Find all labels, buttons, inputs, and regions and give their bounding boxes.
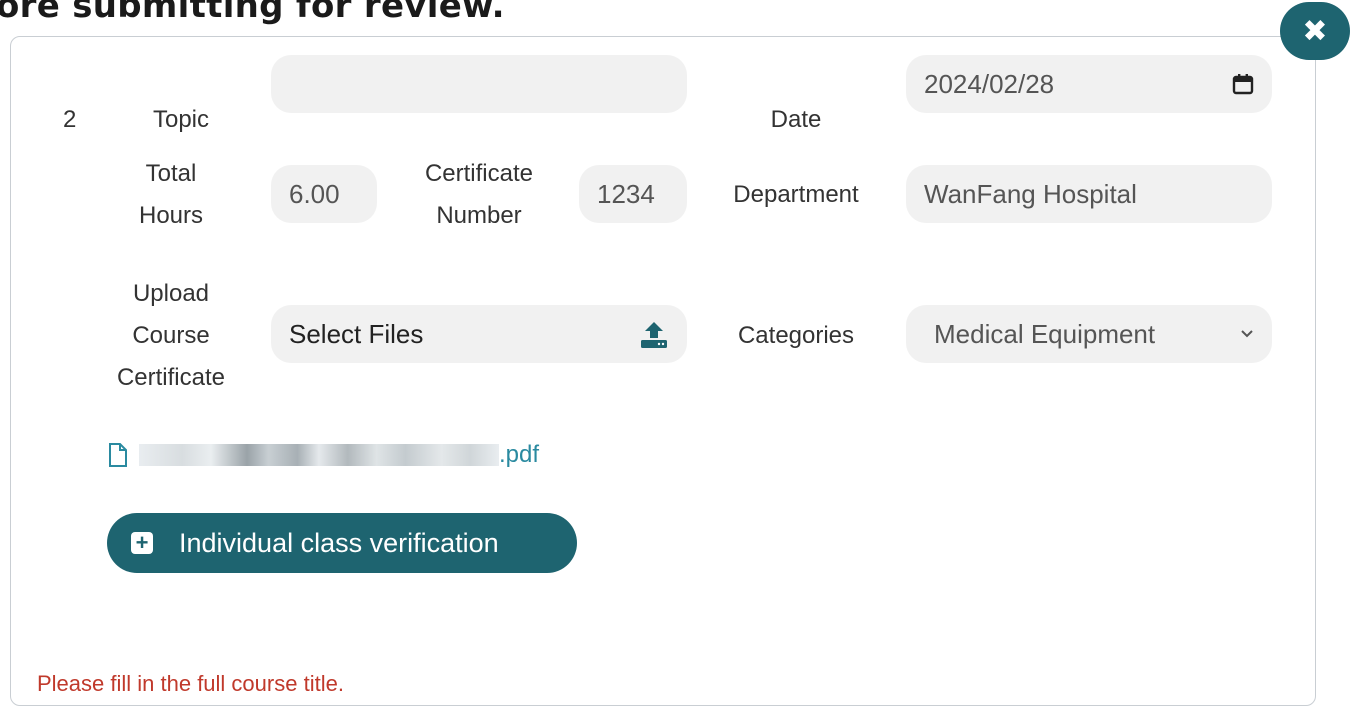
upload-icon[interactable] [639, 319, 669, 349]
plus-square-icon: + [131, 532, 153, 554]
page-heading: ore submitting for review. [0, 0, 505, 26]
close-icon: ✖ [1302, 14, 1328, 48]
calendar-icon[interactable] [1232, 73, 1254, 95]
total-hours-label: Total Hours [138, 160, 204, 229]
validation-error-message: Please fill in the full course title. [37, 671, 344, 696]
total-hours-value: 6.00 [289, 178, 340, 209]
date-value: 2024/02/28 [924, 68, 1055, 99]
upload-certificate-label: Upload Course Certificate [116, 280, 226, 391]
category-selected-value: Medical Equipment [934, 318, 1156, 349]
individual-verification-button[interactable]: + Individual class verification [107, 513, 577, 573]
topic-label: Topic [152, 106, 210, 133]
date-input[interactable]: 2024/02/28 [906, 55, 1272, 113]
close-button[interactable]: ✖ [1280, 2, 1350, 60]
certificate-number-value: 1234 [597, 178, 655, 209]
topic-input[interactable] [271, 55, 687, 113]
chevron-down-icon [1241, 330, 1253, 338]
upload-placeholder: Select Files [289, 318, 424, 349]
categories-label: Categories [737, 322, 855, 349]
department-label: Department [733, 181, 859, 208]
attachment-extension: .pdf [499, 441, 540, 468]
attachment-link[interactable]: .pdf [107, 441, 539, 469]
file-upload-input[interactable]: Select Files [271, 305, 687, 363]
certificate-number-input[interactable]: 1234 [579, 165, 687, 223]
date-label: Date [770, 106, 822, 133]
department-value: WanFang Hospital [924, 178, 1137, 209]
file-icon [109, 443, 127, 467]
individual-verification-label: Individual class verification [179, 527, 499, 558]
categories-select[interactable]: Medical Equipment [906, 305, 1272, 363]
certificate-number-label: Certificate Number [424, 160, 534, 229]
department-input[interactable]: WanFang Hospital [906, 165, 1272, 223]
row-number: 2 [63, 106, 77, 133]
course-entry-card: 2 Topic Date 2024/02/28 Total Hours 6.00… [10, 36, 1316, 706]
page: ore submitting for review. 2 Topic Date … [0, 0, 1352, 707]
attachment-name-redacted [139, 444, 499, 466]
total-hours-input[interactable]: 6.00 [271, 165, 377, 223]
